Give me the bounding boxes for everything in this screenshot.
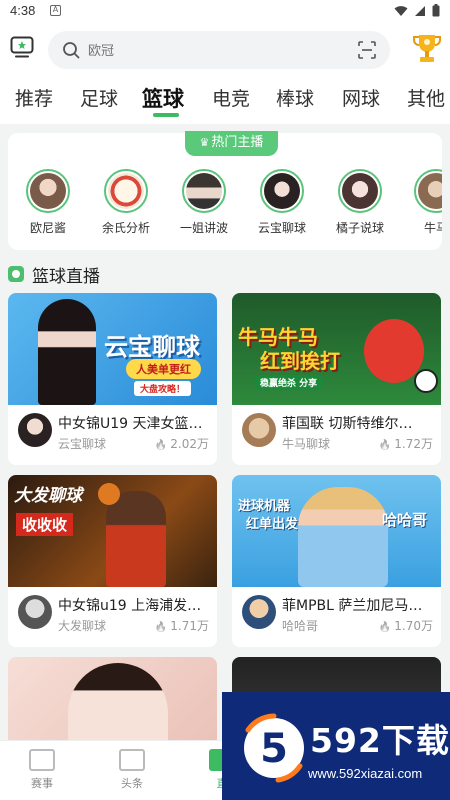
thumb-tag: 大盘攻略！ [134,381,192,396]
watermark-text: 592下载 [310,721,450,760]
live-card[interactable]: 大发聊球 收收收 中女锦u19 上海浦发… 大发聊球 1.71万 [8,475,217,647]
status-time: 4:38 [10,3,36,18]
thumb-subtitle: 红到挨打 [260,349,340,373]
active-tab-indicator [153,113,179,117]
tab-tennis[interactable]: 网球 [342,84,380,111]
card-author: 大发聊球 [58,619,107,633]
system-icons [394,4,440,17]
streamer-figure [68,663,168,747]
avatar [242,595,276,629]
scan-icon[interactable] [358,41,376,59]
card-title: 中女锦u19 上海浦发… [58,598,202,614]
svg-text:5: 5 [260,726,288,772]
live-thumbnail: 进球机器 红单出发 哈哈哥 [232,475,441,587]
streamer-item[interactable]: 余氏分析 [86,169,166,236]
streamer-name: 欧尼酱 [29,221,66,235]
tab-basketball[interactable]: 篮球 [142,83,184,113]
top-header [0,22,450,78]
notification-icon: A [50,5,61,16]
hot-streamers-badge: ♛ 热门主播 [185,131,278,156]
thumb-subtitle: 人美单更红 [126,359,201,379]
scoreboard-icon [29,749,55,771]
thumb-subtitle: 收收收 [16,513,74,536]
card-views: 1.71万 [155,617,209,634]
card-title: 菲MPBL 萨兰加尼马… [282,598,423,614]
avatar [182,169,226,213]
hot-streamers-card: ♛ 热门主播 欧尼酱 余氏分析 一姐讲波 云宝聊球 橘子说球 牛马 [8,131,442,250]
card-views: 1.72万 [379,435,433,452]
card-author: 牛马聊球 [282,437,331,451]
avatar [260,169,304,213]
live-thumbnail: 牛马牛马 红到挨打 稳赢绝杀 分享 [232,293,441,405]
avatar [18,595,52,629]
football-icon [414,369,438,393]
card-views: 2.02万 [155,435,209,452]
card-views: 1.70万 [379,617,433,634]
streamer-item[interactable]: 云宝聊球 [242,169,322,236]
streamer-list: 欧尼酱 余氏分析 一姐讲波 云宝聊球 橘子说球 牛马 [8,169,442,239]
section-header: 篮球直播 [8,262,100,287]
thumb-title: 云宝聊球 [104,333,200,361]
watermark: 5 592下载 www.592xiazai.com [222,692,450,800]
search-icon [63,42,80,59]
tv-icon[interactable] [10,36,34,58]
player-figure [106,491,166,587]
streamer-name: 云宝聊球 [257,221,306,235]
live-card[interactable]: 牛马牛马 红到挨打 稳赢绝杀 分享 菲国联 切斯特维尔… 牛马聊球 1.72万 [232,293,441,465]
avatar [104,169,148,213]
live-card[interactable] [8,657,217,747]
streamer-item[interactable]: 一姐讲波 [164,169,244,236]
avatar [338,169,382,213]
nav-matches[interactable]: 赛事 [12,749,72,791]
streamer-item[interactable]: 欧尼酱 [8,169,88,236]
avatar [242,413,276,447]
card-author: 哈哈哥 [282,619,319,633]
wifi-icon [394,5,408,16]
thumb-title: 大发聊球 [14,486,82,506]
card-title: 中女锦U19 天津女篮… [58,416,203,432]
player-figure [298,487,388,587]
avatar [414,169,442,213]
battery-icon [432,4,440,17]
sport-tabs: 推荐 足球 篮球 电竞 棒球 网球 其他 [0,78,450,124]
card-author: 云宝聊球 [58,437,107,451]
nav-headlines[interactable]: 头条 [102,749,162,791]
thumb-tag: 哈哈哥 [382,511,428,529]
basketball-live-icon [8,266,24,282]
streamer-figure [38,299,96,405]
streamer-name: 橘子说球 [335,221,384,235]
avatar [18,413,52,447]
tab-other[interactable]: 其他 [407,84,445,111]
live-card[interactable]: 进球机器 红单出发 哈哈哥 菲MPBL 萨兰加尼马… 哈哈哥 1.70万 [232,475,441,647]
live-thumbnail: 云宝聊球 人美单更红 大盘攻略！ [8,293,217,405]
live-thumbnail [8,657,217,747]
tab-recommend[interactable]: 推荐 [15,84,53,111]
avatar [26,169,70,213]
status-bar: 4:38 A [0,0,450,22]
streamer-name: 牛马 [423,221,442,235]
search-bar[interactable] [48,31,390,69]
streamer-name: 余氏分析 [101,221,150,235]
watermark-logo: 5 [244,713,304,783]
basketball-icon [98,483,120,505]
streamer-item[interactable]: 橘子说球 [320,169,400,236]
thumb-tag: 稳赢绝杀 分享 [254,375,324,390]
tab-esports[interactable]: 电竞 [212,84,250,111]
chart-icon [119,749,145,771]
section-title: 篮球直播 [32,266,100,287]
search-input[interactable] [88,40,328,60]
live-card[interactable]: 云宝聊球 人美单更红 大盘攻略！ 中女锦U19 天津女篮… 云宝聊球 2.02万 [8,293,217,465]
live-thumbnail: 大发聊球 收收收 [8,475,217,587]
tab-football[interactable]: 足球 [80,84,118,111]
thumb-title: 进球机器 [238,499,291,514]
trophy-icon[interactable] [412,32,442,64]
watermark-url: www.592xiazai.com [308,766,423,781]
tab-baseball[interactable]: 棒球 [276,84,314,111]
crown-icon: ♛ [199,136,210,149]
thumb-subtitle: 红单出发 [246,517,299,532]
streamer-item[interactable]: 牛马 [396,169,442,236]
card-title: 菲国联 切斯特维尔… [282,416,413,432]
streamer-name: 一姐讲波 [179,221,228,235]
signal-icon [415,5,425,16]
